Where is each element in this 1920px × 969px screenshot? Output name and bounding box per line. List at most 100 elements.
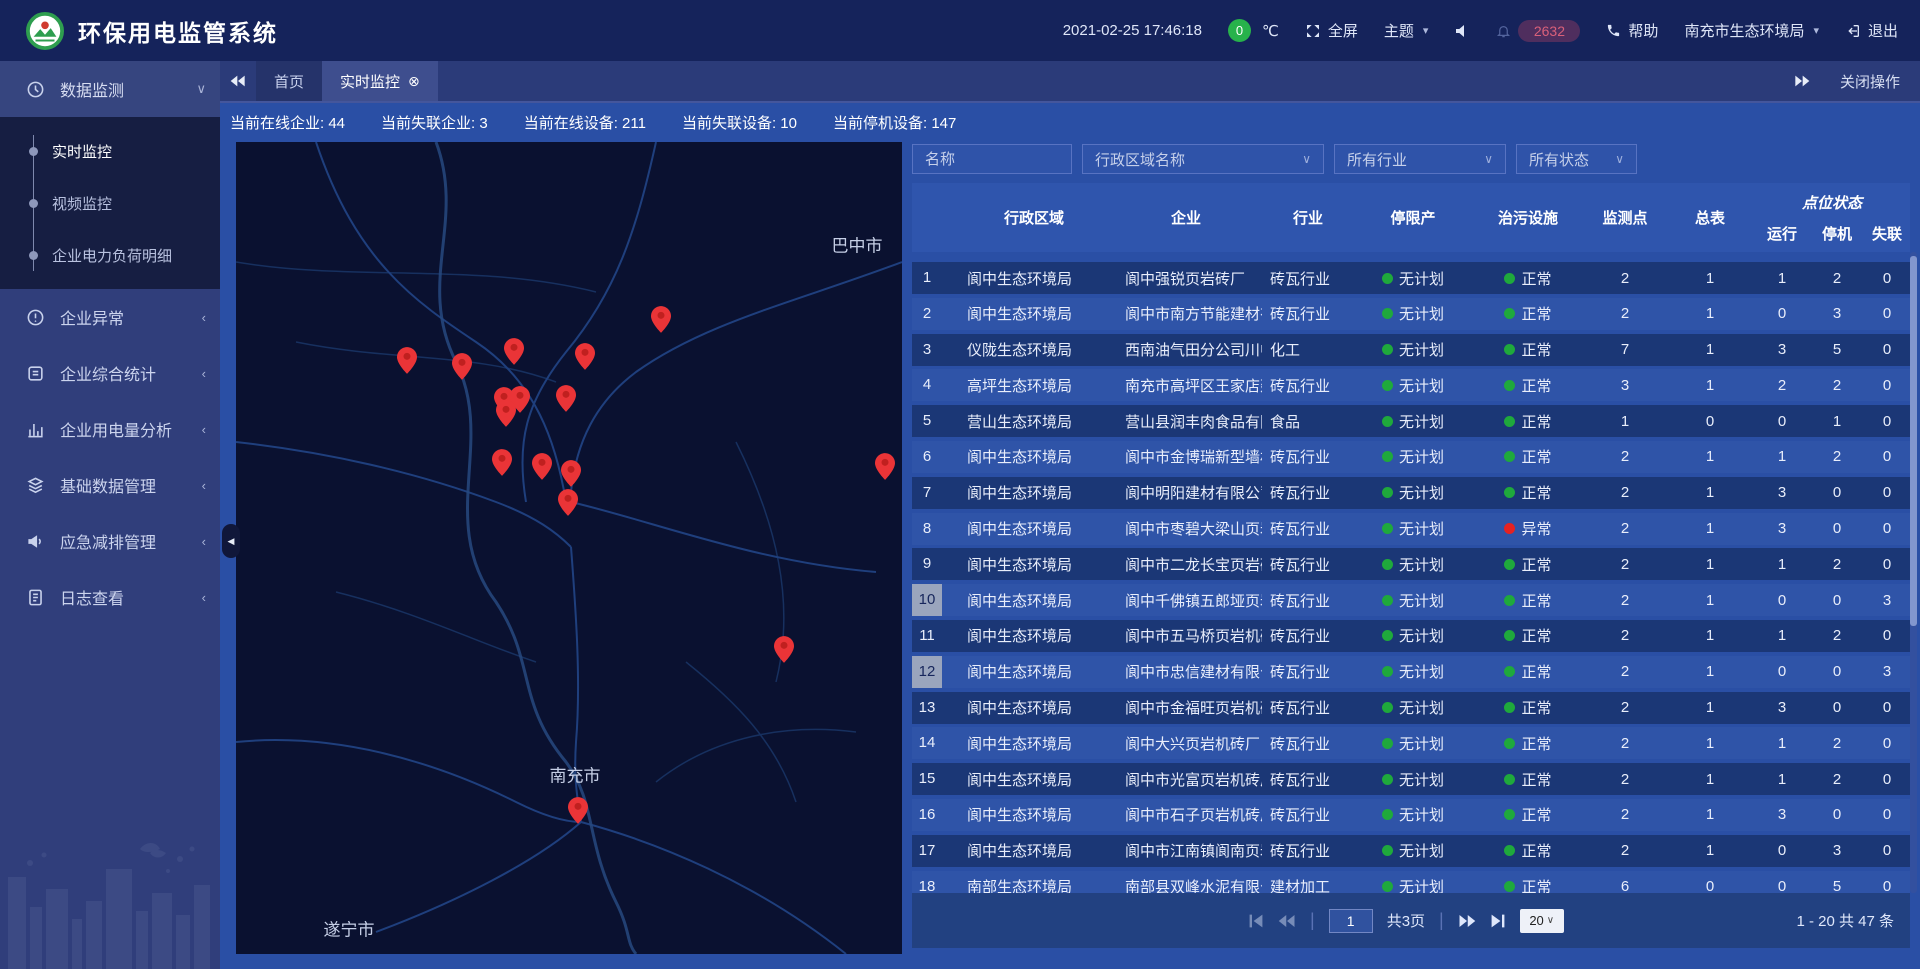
page-size-select[interactable]: 20 ∨ — [1520, 909, 1564, 933]
map-marker-icon[interactable] — [504, 338, 524, 365]
table-row[interactable]: 2阆中生态环境局阆中市南方节能建材有砖瓦行业无计划正常21030 — [912, 298, 1910, 330]
cell-halt-count: 2 — [1810, 735, 1864, 752]
cell-industry: 建材加工 — [1262, 876, 1354, 893]
cell-stop-status: 无计划 — [1354, 518, 1472, 539]
sidebar-item[interactable]: 数据监测∨ — [0, 61, 220, 117]
column-group-point-status: 点位状态 运行 停机 失联 — [1754, 183, 1910, 252]
cell-company: 营山县润丰肉食品有限 — [1110, 411, 1262, 432]
cell-monitor-count: 2 — [1584, 448, 1666, 465]
alarm-button[interactable]: 2632 — [1496, 20, 1580, 42]
org-dropdown[interactable]: 南充市生态环境局 ▾ — [1684, 20, 1819, 41]
map-marker-icon[interactable] — [496, 400, 516, 427]
cell-monitor-count: 7 — [1584, 341, 1666, 358]
map-marker-icon[interactable] — [651, 306, 671, 333]
sidebar-item[interactable]: 应急减排管理‹ — [0, 513, 220, 569]
table-row[interactable]: 14阆中生态环境局阆中大兴页岩机砖厂砖瓦行业无计划正常21120 — [912, 727, 1910, 759]
bell-icon — [1496, 23, 1511, 39]
map-marker-icon[interactable] — [397, 347, 417, 374]
first-page-button[interactable] — [1248, 914, 1264, 928]
cell-monitor-count: 2 — [1584, 771, 1666, 788]
status-dot-icon — [1382, 702, 1393, 713]
table-row[interactable]: 9阆中生态环境局阆中市二龙长宝页岩砖砖瓦行业无计划正常21120 — [912, 548, 1910, 580]
page-number-input[interactable] — [1329, 909, 1373, 933]
tab-active[interactable]: 实时监控⊗ — [322, 61, 438, 101]
sound-button[interactable] — [1454, 23, 1470, 39]
sidebar-subitem[interactable]: 企业电力负荷明细 — [0, 229, 220, 281]
industry-filter-select[interactable]: 所有行业 ∨ — [1334, 144, 1506, 174]
header-actions: 2021-02-25 17:46:18 0 ℃ 全屏 主题 ▾ — [1063, 19, 1898, 42]
last-page-button[interactable] — [1490, 914, 1506, 928]
group-title: 点位状态 — [1754, 183, 1910, 215]
sidebar-item[interactable]: 企业用电量分析‹ — [0, 401, 220, 457]
cell-lost-count: 0 — [1864, 377, 1910, 394]
table-row[interactable]: 1阆中生态环境局阆中强锐页岩砖厂砖瓦行业无计划正常21120 — [912, 262, 1910, 294]
table-row[interactable]: 18南部生态环境局南部县双峰水泥有限公建材加工无计划正常60050 — [912, 871, 1910, 893]
table-row[interactable]: 11阆中生态环境局阆中市五马桥页岩机砖砖瓦行业无计划正常21120 — [912, 620, 1910, 652]
table-row[interactable]: 7阆中生态环境局阆中明阳建材有限公司砖瓦行业无计划正常21300 — [912, 477, 1910, 509]
region-filter-select[interactable]: 行政区域名称 ∨ — [1082, 144, 1324, 174]
table-row[interactable]: 3仪陇生态环境局西南油气田分公司川中化工无计划正常71350 — [912, 334, 1910, 366]
sidebar-subitem[interactable]: 实时监控 — [0, 125, 220, 177]
help-button[interactable]: 帮助 — [1606, 20, 1658, 41]
map-panel[interactable]: 巴中市南充市遂宁市 — [236, 142, 902, 954]
tab-scroll-right-button[interactable] — [1794, 75, 1810, 87]
sidebar-item[interactable]: 基础数据管理‹ — [0, 457, 220, 513]
map-marker-icon[interactable] — [556, 385, 576, 412]
table-row[interactable]: 15阆中生态环境局阆中市光富页岩机砖厂砖瓦行业无计划正常21120 — [912, 763, 1910, 795]
tab-bar: 首页实时监控⊗ 关闭操作 — [220, 61, 1920, 103]
cell-index: 12 — [912, 656, 958, 688]
speaker-icon — [1454, 23, 1470, 39]
map-marker-icon[interactable] — [774, 636, 794, 663]
table-scrollbar[interactable] — [1910, 252, 1917, 893]
cell-meter-count: 1 — [1666, 842, 1754, 859]
cell-facility-status: 正常 — [1472, 268, 1584, 289]
cell-monitor-count: 2 — [1584, 556, 1666, 573]
sidebar-item[interactable]: 企业异常‹ — [0, 289, 220, 345]
cell-run-count: 1 — [1754, 735, 1810, 752]
table-row[interactable]: 16阆中生态环境局阆中市石子页岩机砖厂砖瓦行业无计划正常21300 — [912, 799, 1910, 831]
table-row[interactable]: 4高坪生态环境局南充市高坪区王家店建砖瓦行业无计划正常31220 — [912, 369, 1910, 401]
table-row[interactable]: 12阆中生态环境局阆中市忠信建材有限公砖瓦行业无计划正常21003 — [912, 656, 1910, 688]
table-row[interactable]: 8阆中生态环境局阆中市枣碧大梁山页岩砖瓦行业无计划异常21300 — [912, 513, 1910, 545]
logout-button[interactable]: 退出 — [1845, 20, 1898, 41]
sidebar-collapse-button[interactable]: ◀ — [222, 524, 240, 558]
table-row[interactable]: 13阆中生态环境局阆中市金福旺页岩机砖砖瓦行业无计划正常21300 — [912, 692, 1910, 724]
map-marker-icon[interactable] — [575, 343, 595, 370]
sidebar-subitem-label: 视频监控 — [52, 193, 112, 214]
table-row[interactable]: 6阆中生态环境局阆中市金博瑞新型墙材砖瓦行业无计划正常21120 — [912, 441, 1910, 473]
cell-run-count: 1 — [1754, 556, 1810, 573]
map-marker-icon[interactable] — [532, 453, 552, 480]
table-row[interactable]: 17阆中生态环境局阆中市江南镇阆南页岩砖瓦行业无计划正常21030 — [912, 835, 1910, 867]
cell-industry: 砖瓦行业 — [1262, 625, 1354, 646]
tab-scroll-left-button[interactable] — [220, 61, 256, 101]
fullscreen-button[interactable]: 全屏 — [1305, 20, 1358, 41]
map-marker-icon[interactable] — [452, 353, 472, 380]
status-filter-select[interactable]: 所有状态 ∨ — [1516, 144, 1637, 174]
cell-monitor-count: 2 — [1584, 699, 1666, 716]
previous-page-button[interactable] — [1278, 914, 1296, 928]
status-dot-icon — [1382, 595, 1393, 606]
scrollbar-thumb[interactable] — [1910, 256, 1917, 626]
sidebar-item[interactable]: 企业综合统计‹ — [0, 345, 220, 401]
cell-halt-count: 2 — [1810, 627, 1864, 644]
theme-button[interactable]: 主题 ▾ — [1384, 20, 1429, 41]
close-icon[interactable]: ⊗ — [408, 73, 420, 90]
map-marker-icon[interactable] — [561, 460, 581, 487]
sidebar-subitem[interactable]: 视频监控 — [0, 177, 220, 229]
cell-index: 17 — [912, 835, 958, 867]
cell-region: 阆中生态环境局 — [958, 697, 1110, 718]
map-marker-icon[interactable] — [558, 489, 578, 516]
tab-item[interactable]: 首页 — [256, 61, 322, 101]
map-marker-icon[interactable] — [492, 449, 512, 476]
app-logo-icon — [26, 12, 64, 50]
map-marker-icon[interactable] — [568, 797, 588, 824]
close-operations-button[interactable]: 关闭操作 — [1840, 71, 1900, 92]
map-marker-icon[interactable] — [875, 453, 895, 480]
sidebar-item[interactable]: 日志查看‹ — [0, 569, 220, 625]
cell-meter-count: 0 — [1666, 413, 1754, 430]
table-row[interactable]: 10阆中生态环境局阆中千佛镇五郎垭页岩砖瓦行业无计划正常21003 — [912, 584, 1910, 616]
next-page-button[interactable] — [1458, 914, 1476, 928]
temperature: 0 ℃ — [1228, 19, 1279, 42]
name-filter-input[interactable] — [912, 144, 1072, 174]
table-row[interactable]: 5营山生态环境局营山县润丰肉食品有限食品无计划正常10010 — [912, 405, 1910, 437]
